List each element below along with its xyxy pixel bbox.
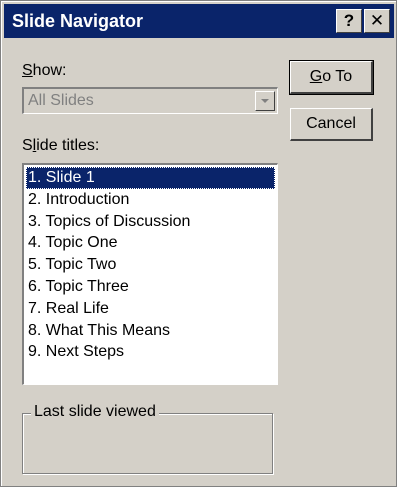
close-icon: ✕: [369, 11, 385, 30]
show-label: Show:: [22, 62, 66, 80]
slide-titles-label-text: ide titles:: [36, 137, 100, 154]
list-item[interactable]: 9. Next Steps: [26, 341, 275, 363]
help-icon: ?: [343, 11, 355, 30]
cancel-button[interactable]: Cancel: [290, 108, 373, 141]
show-dropdown-value: All Slides: [28, 92, 94, 109]
show-label-text: how:: [32, 62, 67, 79]
slide-navigator-dialog: Slide Navigator ? ✕ Show: All Slides Go …: [0, 0, 397, 487]
go-to-button[interactable]: Go To: [289, 60, 374, 95]
close-button[interactable]: ✕: [364, 9, 390, 33]
show-dropdown[interactable]: All Slides: [22, 87, 278, 114]
slide-titles-list[interactable]: 1. Slide 1 2. Introduction 3. Topics of …: [22, 163, 278, 385]
cancel-label: Cancel: [306, 115, 356, 132]
show-label-accelerator: S: [22, 62, 33, 79]
list-item[interactable]: 7. Real Life: [26, 298, 275, 320]
list-item[interactable]: 5. Topic Two: [26, 254, 275, 276]
list-item[interactable]: 2. Introduction: [26, 189, 275, 211]
list-item[interactable]: 6. Topic Three: [26, 276, 275, 298]
last-slide-viewed-group: Last slide viewed: [22, 403, 273, 474]
dialog-title: Slide Navigator: [12, 10, 144, 31]
help-button[interactable]: ?: [336, 9, 362, 33]
list-item[interactable]: 1. Slide 1: [26, 167, 275, 189]
list-item[interactable]: 8. What This Means: [26, 320, 275, 342]
list-item[interactable]: 4. Topic One: [26, 232, 275, 254]
title-bar[interactable]: Slide Navigator ? ✕: [4, 4, 394, 38]
slide-titles-label-first: S: [22, 137, 33, 154]
slide-titles-label: Slide titles:: [22, 137, 99, 155]
chevron-down-icon[interactable]: [255, 91, 275, 111]
go-to-label: o To: [322, 68, 353, 85]
list-item[interactable]: 3. Topics of Discussion: [26, 211, 275, 233]
last-slide-viewed-legend: Last slide viewed: [31, 403, 159, 421]
go-to-accelerator: G: [309, 68, 323, 85]
